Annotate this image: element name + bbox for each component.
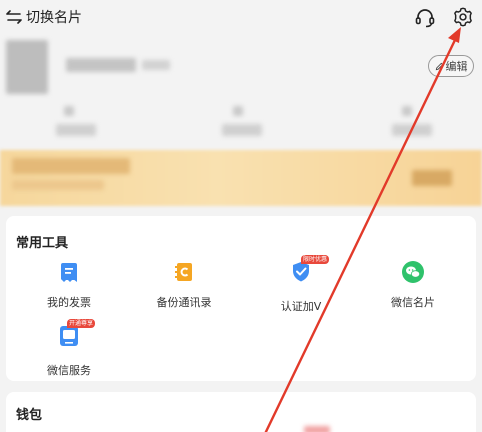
stat-label-redacted (392, 124, 432, 136)
banner-text-redacted (12, 158, 130, 174)
common-tools-title: 常用工具 (16, 236, 69, 251)
common-tools-card: 常用工具 我的发票 备份通讯录 限时优惠 认证加V 微信名片 开通尊享 微信服务 (6, 216, 476, 381)
tool-label: 备份通讯录 (156, 296, 212, 309)
banner-button-redacted (412, 170, 452, 186)
wechat-icon (402, 261, 424, 283)
switch-card-button[interactable]: 切换名片 (6, 7, 82, 27)
tool-label: 认证加V (280, 300, 322, 313)
contacts-backup-icon (175, 263, 192, 281)
top-bar: 切换名片 (0, 0, 482, 36)
edit-pencil-icon (435, 62, 443, 70)
stat-value-redacted (64, 106, 74, 116)
banner-text-redacted-2 (12, 180, 104, 190)
profile-name-redacted-2 (142, 60, 170, 70)
stat-label-redacted (222, 124, 262, 136)
tool-my-invoice[interactable]: 我的发票 (14, 260, 124, 310)
headset-icon[interactable] (414, 7, 436, 29)
switch-card-label: 切换名片 (26, 10, 82, 26)
edit-label: 编辑 (445, 60, 468, 73)
wallet-card: 钱包 (6, 392, 476, 432)
tool-label: 我的发票 (47, 296, 91, 309)
tool-label: 微信名片 (391, 296, 435, 309)
wallet-title: 钱包 (16, 408, 43, 423)
tool-label: 微信服务 (47, 364, 91, 377)
limited-offer-badge: 限时优惠 (301, 255, 330, 264)
gear-icon[interactable] (452, 6, 474, 28)
avatar[interactable] (6, 40, 48, 94)
tool-wechat-card[interactable]: 微信名片 (358, 260, 468, 310)
tool-verify-v[interactable]: 限时优惠 认证加V (246, 255, 356, 314)
tool-backup-contacts[interactable]: 备份通讯录 (129, 260, 239, 310)
switch-arrows-icon (6, 10, 22, 24)
wallet-item-redacted (304, 426, 330, 432)
stat-label-redacted (56, 124, 96, 136)
edit-button[interactable]: 编辑 (428, 55, 474, 77)
stat-value-redacted (233, 106, 243, 116)
tool-wechat-service[interactable]: 开通尊享 微信服务 (14, 319, 124, 378)
subscribe-badge: 开通尊享 (67, 319, 96, 328)
invoice-icon (61, 263, 77, 282)
profile-name-redacted (66, 58, 136, 72)
stat-value-redacted (402, 106, 412, 116)
